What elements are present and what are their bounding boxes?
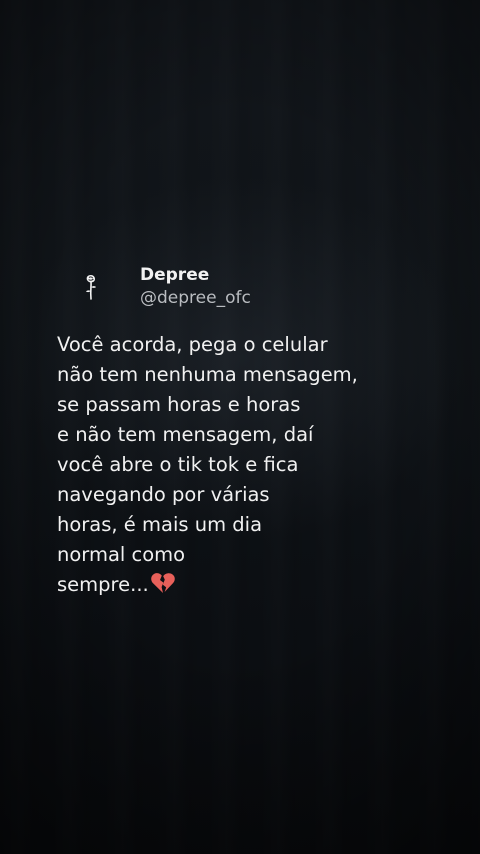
user-handle[interactable]: @depree_ofc (140, 286, 251, 310)
post-line: normal como (57, 543, 186, 566)
post-line: horas, é mais um dia (57, 513, 263, 536)
post-line: Você acorda, pega o celular (57, 333, 328, 356)
broken-heart-icon (150, 571, 176, 604)
post-line: navegando por várias (57, 483, 270, 506)
tweet-screenshot: Depree @depree_ofc Você acorda, pega o c… (0, 0, 480, 854)
post-body: Você acorda, pega o celular não tem nenh… (57, 330, 447, 604)
post-line: não tem nenhuma mensagem, (57, 363, 358, 386)
post-line: você abre o tik tok e fica (57, 453, 299, 476)
display-name[interactable]: Depree (140, 264, 251, 286)
post-last-line: sempre... (57, 570, 447, 604)
rose-icon[interactable] (78, 269, 104, 305)
post-line: se passam horas e horas (57, 393, 301, 416)
post-line: e não tem mensagem, daí (57, 423, 314, 446)
post-line-text: sempre... (57, 573, 149, 596)
profile-header[interactable]: Depree @depree_ofc (78, 264, 251, 310)
